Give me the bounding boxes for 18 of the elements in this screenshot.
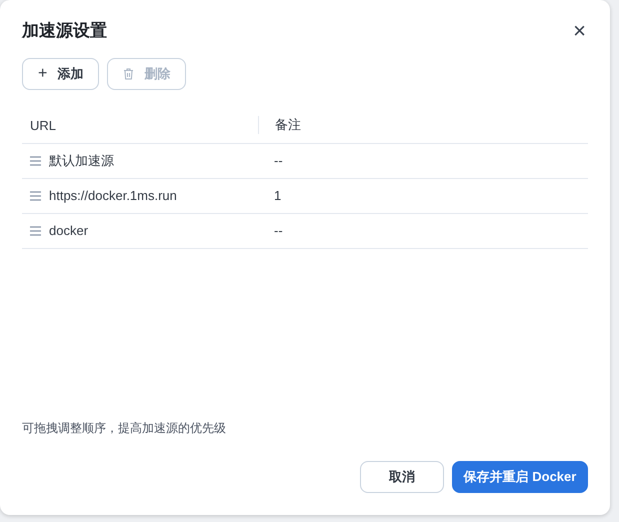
cancel-button[interactable]: 取消	[360, 461, 444, 493]
dialog-title: 加速源设置	[22, 20, 107, 42]
column-header: 备注	[275, 117, 301, 132]
table-cell: --	[274, 222, 283, 238]
table-cell-text: 默认加速源	[49, 152, 114, 170]
table-cell-text: https://docker.1ms.run	[49, 186, 177, 205]
column-header: URL	[30, 118, 56, 132]
table-cell: 1	[274, 188, 282, 203]
table-cell: --	[274, 152, 283, 168]
drag-handle-icon[interactable]	[30, 226, 41, 236]
trash-icon	[123, 68, 134, 80]
drag-handle-icon[interactable]	[30, 190, 41, 200]
add-button[interactable]: + 添加	[22, 58, 100, 90]
close-button[interactable]: ×	[571, 20, 588, 42]
table-cell-text: docker	[49, 222, 88, 240]
drag-handle-icon[interactable]	[30, 156, 41, 166]
save-button[interactable]: 保存并重启 Docker	[452, 461, 588, 493]
hint-text: 可拖拽调整顺序，提高加速源的优先级	[22, 420, 227, 437]
